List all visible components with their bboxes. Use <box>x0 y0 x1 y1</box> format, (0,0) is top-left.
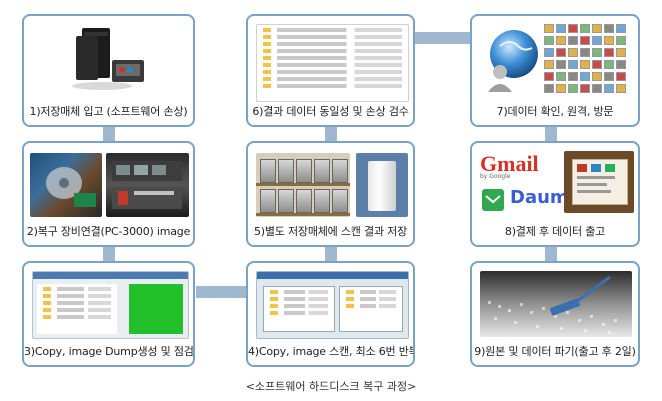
connector-4-5 <box>325 247 337 261</box>
step-6-label: 6)결과 데이터 동일성 및 손상 검수 <box>252 105 409 118</box>
image-scan-screenshot <box>256 271 409 339</box>
daum-logo-text: Daum <box>510 187 569 208</box>
storage-devices-image <box>72 24 150 92</box>
step-9-label: 9)원본 및 데이터 파기(출고 후 2일) <box>474 345 636 358</box>
hdd-repair-photo <box>30 153 102 217</box>
step-7-box: 7)데이터 확인, 원격, 방문 <box>470 14 640 127</box>
data-delivery-photo <box>564 151 634 213</box>
step-7-label: 7)데이터 확인, 원격, 방문 <box>496 105 614 118</box>
external-drive-photo <box>356 153 408 217</box>
step-9-box: 9)원본 및 데이터 파기(출고 후 2일) <box>470 261 640 367</box>
storage-shelf-photo <box>256 153 350 217</box>
file-thumbnail-grid <box>544 24 632 98</box>
connector-7-8 <box>545 127 557 141</box>
connector-8-9 <box>545 247 557 261</box>
step-5-box: 5)별도 저장매체에 스캔 결과 저장 <box>246 141 415 247</box>
diagram-caption: <소프트웨어 하드디스크 복구 과정> <box>245 380 417 393</box>
step-2-label: 2)복구 장비연결(PC-3000) image <box>26 225 191 238</box>
connector-1-2 <box>103 127 115 141</box>
step-4-box: 4)Copy, image 스캔, 최소 6번 반복 <box>246 261 415 367</box>
pc3000-equipment-photo <box>106 153 189 217</box>
data-check-image <box>478 22 634 100</box>
step-8-label: 8)결제 후 데이터 출고 <box>504 225 606 238</box>
connector-5-6 <box>325 127 337 141</box>
step-1-label: 1)저장매체 입고 (소프트웨어 손상) <box>29 105 188 118</box>
step-3-box: 3)Copy, image Dump생성 및 점검 <box>22 261 195 367</box>
gmail-logo: Gmail by Google <box>480 151 548 181</box>
dump-software-screenshot <box>32 271 189 339</box>
step-5-label: 5)별도 저장매체에 스캔 결과 저장 <box>253 225 408 238</box>
step-4-label: 4)Copy, image 스캔, 최소 6번 반복 <box>248 345 415 358</box>
step-3-label: 3)Copy, image Dump생성 및 점검 <box>24 345 194 358</box>
connector-6-7 <box>414 32 470 44</box>
daum-logo: Daum <box>510 187 569 208</box>
step-2-box: 2)복구 장비연결(PC-3000) image <box>22 141 195 247</box>
connector-2-3 <box>103 247 115 261</box>
data-destruction-image <box>480 271 632 337</box>
step-8-box: Gmail by Google Daum 8)결제 후 데이터 출고 <box>470 141 640 247</box>
step-1-box: 1)저장매체 입고 (소프트웨어 손상) <box>22 14 195 127</box>
step-6-box: 6)결과 데이터 동일성 및 손상 검수 <box>246 14 415 127</box>
mail-envelope-icon <box>482 189 504 211</box>
file-list-screenshot <box>256 24 409 102</box>
connector-3-4 <box>196 286 246 298</box>
